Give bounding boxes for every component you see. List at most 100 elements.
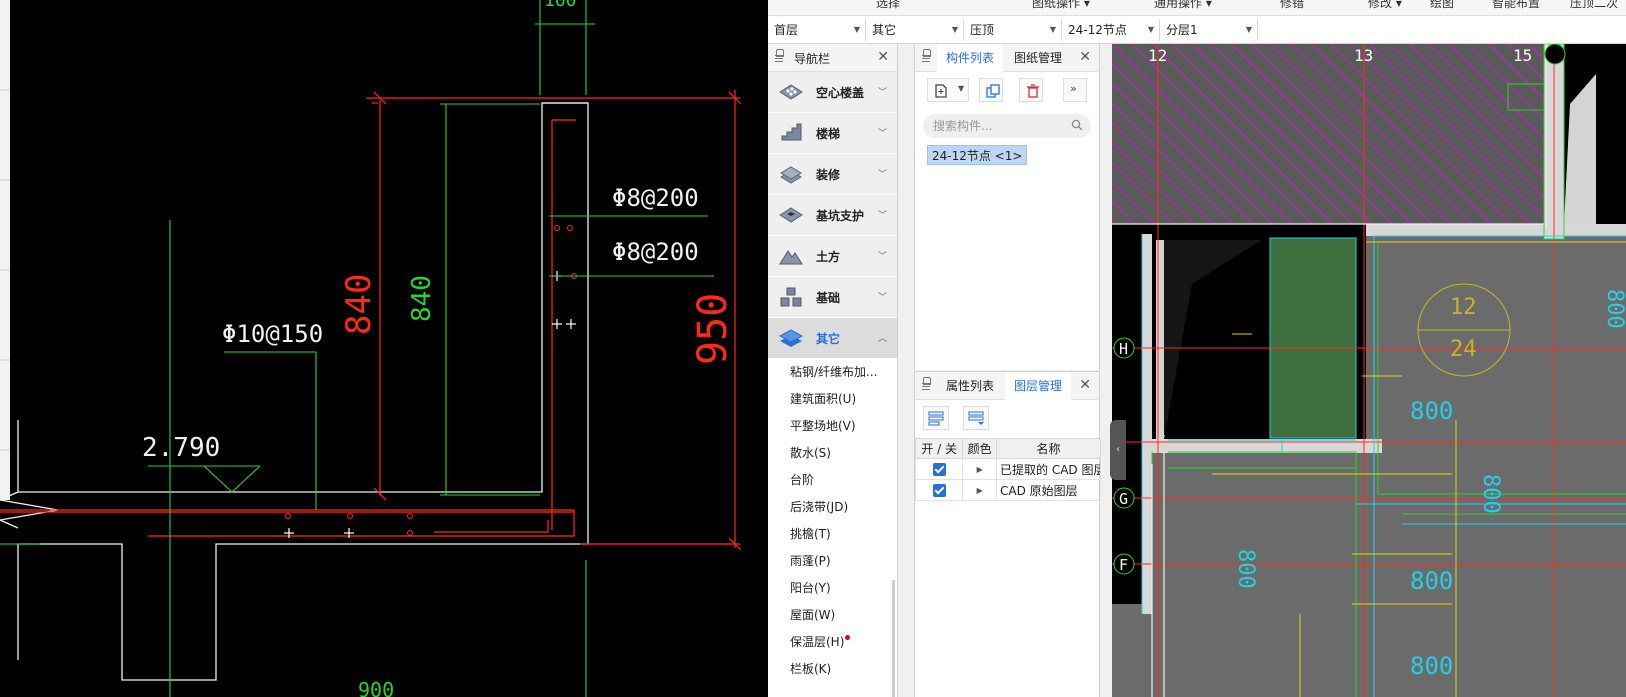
dim-950: 950 (690, 293, 736, 365)
rebar-label-2: Φ8@200 (612, 238, 699, 266)
nav-category-label: 楼梯 (816, 127, 841, 141)
component-item[interactable]: 24-12节点 <1> (927, 145, 1028, 165)
nav-category-decoration[interactable]: 装修 ﹀ (768, 154, 897, 195)
ribbon-general-ops[interactable]: 通用操作 ▾ (1154, 0, 1212, 11)
ribbon-modify[interactable]: 修改 ▾ (1368, 0, 1402, 11)
copy-component-button[interactable] (979, 78, 1003, 102)
expand-arrow-icon[interactable]: ▶ (977, 486, 983, 495)
chevron-down-icon: ▼ (853, 25, 860, 34)
tab-property-list[interactable]: 属性列表 (937, 372, 1003, 400)
type-select[interactable]: 压顶 ▼ (966, 19, 1062, 41)
tab-drawing-management[interactable]: 图纸管理 (1005, 44, 1071, 72)
chevron-down-icon: ▼ (958, 84, 965, 93)
nav-panel-header: 导航栏 ✕ (768, 44, 897, 72)
floor-select[interactable]: 首层 ▼ (770, 19, 866, 41)
nav-item-building-area[interactable]: 建筑面积(U) (768, 386, 897, 413)
nav-item-canopy[interactable]: 雨蓬(P) (768, 548, 897, 575)
chevron-down-icon: ▼ (1049, 25, 1056, 34)
search-input[interactable] (923, 114, 1091, 138)
search-icon[interactable] (1071, 119, 1083, 131)
double-chevron-right-icon: » (1070, 82, 1077, 95)
nav-item-post-cast-strip[interactable]: 后浇带(JD) (768, 494, 897, 521)
navigation-panel: 导航栏 ✕ 空心楼盖 ﹀ 楼梯 ﹀ 装修 ﹀ 基坑支护 ﹀ 土方 ﹀ 基础 ﹀ … (768, 44, 898, 697)
ribbon-draw[interactable]: 绘图 (1430, 0, 1454, 11)
nav-item-site-leveling[interactable]: 平整场地(V) (768, 413, 897, 440)
close-icon[interactable]: ✕ (877, 49, 889, 65)
layer-management-panel: 属性列表 图层管理 ✕ 开 / 关 颜色 名称 ▶ 已提取的 CAD 图层 ▶ (914, 371, 1101, 697)
nav-item-balcony[interactable]: 阳台(Y) (768, 575, 897, 602)
new-component-button[interactable]: ▼ (927, 78, 969, 102)
component-list-panel: 构件列表 图纸管理 ✕ ▼ » 24-12节点 <1> (914, 44, 1100, 370)
layer-select-value: 分层1 (1166, 23, 1198, 37)
ribbon-smart-layout[interactable]: 智能布置 (1492, 0, 1540, 11)
pin-icon[interactable] (922, 49, 931, 65)
component-select[interactable]: 24-12节点 ▼ (1064, 19, 1160, 41)
ribbon-select[interactable]: 选择 (876, 0, 900, 11)
collapse-panel-handle[interactable]: ‹ (1110, 420, 1126, 480)
nav-category-label: 其它 (816, 332, 841, 346)
layer-visibility-checkbox[interactable] (932, 463, 946, 476)
component-select-value: 24-12节点 (1068, 23, 1127, 37)
cad-detail-svg: 100 840 840 950 900 Φ8@200 Φ8@200 Φ10@15… (0, 0, 742, 697)
chevron-down-icon: ▼ (951, 25, 958, 34)
ribbon-fix[interactable]: 修错 (1280, 0, 1304, 11)
chevron-down-icon: ▼ (1147, 25, 1154, 34)
nav-category-hollow-floor[interactable]: 空心楼盖 ﹀ (768, 72, 897, 113)
table-row[interactable]: ▶ CAD 原始图层 (914, 479, 1101, 501)
tab-component-list[interactable]: 构件列表 (937, 44, 1003, 72)
chevron-down-icon: ﹀ (877, 252, 887, 262)
ribbon-coping[interactable]: 压顶二次 (1570, 0, 1618, 11)
layer-tool-button-2[interactable] (963, 406, 989, 430)
nav-item-steel-fiber[interactable]: 粘钢/纤维布加... (768, 359, 897, 386)
nav-item-parapet[interactable]: 栏板(K) (768, 656, 897, 683)
nav-item-steps[interactable]: 台阶 (768, 467, 897, 494)
category-select[interactable]: 其它 ▼ (868, 19, 964, 41)
pit-support-icon (779, 207, 803, 223)
pin-icon[interactable] (922, 377, 931, 393)
category-select-value: 其它 (872, 23, 897, 37)
nav-scrollbar[interactable] (892, 580, 895, 697)
cad-plan-view[interactable]: 12 13 15 H G F 12 24 800 800 800 800 800… (1112, 44, 1626, 697)
decoration-icon (780, 166, 802, 184)
nav-item-roof[interactable]: 屋面(W) (768, 602, 897, 629)
nav-category-pit-support[interactable]: 基坑支护 ﹀ (768, 195, 897, 236)
column-name[interactable]: 名称 (996, 438, 1101, 459)
layer-filter-icon (968, 411, 984, 425)
chevron-down-icon: ﹀ (877, 293, 887, 303)
cad-detail-drawing[interactable]: 100 840 840 950 900 Φ8@200 Φ8@200 Φ10@15… (0, 0, 768, 697)
chevron-up-icon: ︿ (877, 334, 887, 344)
axis-label-12: 12 (1148, 46, 1167, 65)
stairs-icon (781, 123, 802, 141)
layer-visibility-checkbox[interactable] (932, 484, 946, 497)
column-color[interactable]: 颜色 (962, 438, 997, 459)
nav-item-apron[interactable]: 散水(S) (768, 440, 897, 467)
layer-select[interactable]: 分层1 ▼ (1162, 19, 1258, 41)
column-on-off[interactable]: 开 / 关 (914, 438, 964, 459)
expand-arrow-icon[interactable]: ▶ (977, 465, 983, 474)
ribbon-drawing-ops[interactable]: 图纸操作 ▾ (1032, 0, 1090, 11)
nav-category-other[interactable]: 其它 ︿ (768, 318, 897, 359)
layer-tool-button-1[interactable] (923, 406, 949, 430)
ribbon-toolbar: 选择 图纸操作 ▾ 通用操作 ▾ 修错 修改 ▾ 绘图 智能布置 压顶二次 (768, 0, 1626, 16)
nav-category-label: 基础 (816, 291, 841, 305)
close-icon[interactable]: ✕ (1079, 377, 1091, 393)
layer-table: 开 / 关 颜色 名称 ▶ 已提取的 CAD 图层 ▶ CAD 原始图层 (914, 438, 1101, 501)
nav-category-earthwork[interactable]: 土方 ﹀ (768, 236, 897, 277)
nav-item-eaves[interactable]: 挑檐(T) (768, 521, 897, 548)
pin-icon[interactable] (775, 49, 784, 65)
nav-category-label: 装修 (816, 168, 841, 182)
nav-item-insulation-label: 保温层(H) (790, 635, 845, 649)
tab-layer-management[interactable]: 图层管理 (1005, 372, 1071, 400)
nav-item-insulation[interactable]: 保温层(H) (768, 629, 897, 656)
nav-category-foundation[interactable]: 基础 ﹀ (768, 277, 897, 318)
nav-category-stairs[interactable]: 楼梯 ﹀ (768, 113, 897, 154)
table-row[interactable]: ▶ 已提取的 CAD 图层 (914, 458, 1101, 480)
layer-name: 已提取的 CAD 图层 (1000, 462, 1101, 477)
more-tools-button[interactable]: » (1063, 78, 1087, 102)
delete-component-button[interactable] (1019, 78, 1043, 102)
copy-icon (986, 84, 1000, 98)
close-icon[interactable]: ✕ (1079, 49, 1091, 65)
chevron-down-icon: ﹀ (877, 129, 887, 139)
dim-840-red: 840 (339, 274, 379, 335)
dim-label-5: 800 (1410, 567, 1453, 595)
